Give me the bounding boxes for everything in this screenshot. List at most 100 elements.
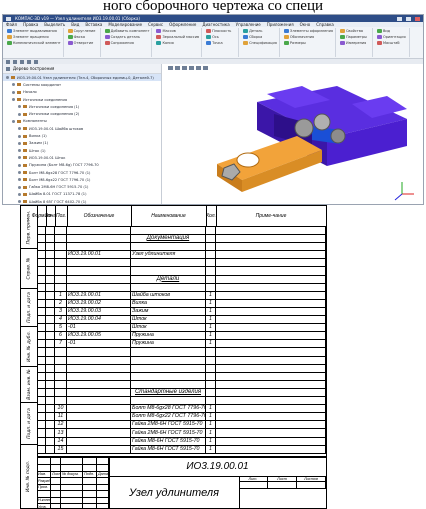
ribbon-button[interactable]: Добавить компонент	[104, 28, 149, 33]
ribbon-button[interactable]: Ориентация	[376, 34, 407, 39]
close-icon[interactable]	[415, 16, 420, 21]
tree-item-label: Пружина (Болт М8-6g) ГОСТ 7796-70	[29, 163, 99, 168]
rotate-icon[interactable]	[175, 66, 180, 70]
tree-item[interactable]: Вилка (1)	[3, 132, 161, 139]
tree-item[interactable]: ИО3.19.00.01 Шайба штоков	[3, 125, 161, 132]
tree-item-label: ИО3.19.00.01 Узел удлинителя (Тел-4, Сбо…	[17, 75, 154, 80]
menu-item[interactable]: Файл	[6, 22, 17, 27]
ribbon-button[interactable]: Создать деталь	[104, 34, 150, 39]
tree-item[interactable]: Зажим (1)	[3, 140, 161, 147]
ribbon-button-label: Элемент вращения	[13, 34, 49, 39]
component-icon	[17, 83, 21, 87]
visibility-icon[interactable]	[18, 141, 21, 145]
ribbon-button[interactable]: Фаска	[67, 34, 98, 39]
ribbon-button-label: Сборка	[249, 34, 263, 39]
tree-item[interactable]: Гайка 2М8-6Н ГОСТ 5915-70 (1)	[3, 183, 161, 190]
visibility-icon[interactable]	[18, 105, 21, 109]
visibility-icon[interactable]	[6, 76, 9, 80]
menu-item[interactable]: Вставка	[85, 22, 102, 27]
table-cell	[216, 396, 326, 405]
tree-item[interactable]: Начало	[3, 89, 161, 96]
ribbon-button[interactable]: Ось	[206, 34, 236, 39]
table-cell	[216, 234, 326, 243]
orientation-icon[interactable]	[189, 66, 194, 70]
visibility-icon[interactable]	[18, 127, 21, 131]
ribbon-button[interactable]: Спецификация	[243, 40, 277, 45]
menu-item[interactable]: Выделить	[44, 22, 65, 27]
menu-item[interactable]: Окно	[300, 22, 311, 27]
menu-item[interactable]: Правка	[23, 22, 38, 27]
ribbon-button[interactable]: Элемент выдавливания	[7, 28, 61, 33]
visibility-icon[interactable]	[12, 98, 15, 102]
ribbon-button[interactable]: Деталь	[243, 28, 277, 33]
ribbon-button[interactable]: Сборка	[243, 34, 277, 39]
visibility-icon[interactable]	[18, 134, 21, 138]
section-icon[interactable]	[203, 66, 208, 70]
tree-item[interactable]: Шайба 8 65Г ГОСТ 6402-70 (1)	[3, 198, 161, 204]
visibility-icon[interactable]	[18, 192, 21, 196]
3d-viewport[interactable]	[162, 64, 423, 204]
ribbon-tool-icon	[156, 28, 162, 33]
menu-item[interactable]: Моделирование	[108, 22, 142, 27]
visibility-icon[interactable]	[18, 156, 21, 160]
title-block-cell: Дата	[98, 471, 109, 478]
component-icon	[23, 156, 27, 160]
ribbon-button[interactable]: Свойства	[339, 28, 370, 33]
ribbon-button[interactable]: Зеркальный массив	[156, 34, 199, 39]
ribbon-button[interactable]: Измерения	[339, 40, 370, 45]
table-cell	[67, 363, 131, 372]
display-mode-icon[interactable]	[196, 66, 201, 70]
tree-item[interactable]: ИО3.19.00.01 Шток	[3, 154, 161, 161]
table-cell	[67, 347, 131, 356]
zoom-icon[interactable]	[168, 66, 173, 70]
tree-item[interactable]: Шток (1)	[3, 147, 161, 154]
title-block-cell: Пров.	[37, 484, 51, 491]
tree-item[interactable]: Компоненты	[3, 118, 161, 125]
visibility-icon[interactable]	[18, 171, 21, 174]
minimize-icon[interactable]	[397, 16, 402, 21]
ribbon-button[interactable]: Скругление	[67, 28, 98, 33]
menu-item[interactable]: Оформление	[169, 22, 196, 27]
tree-item[interactable]: Системы координат	[3, 81, 161, 88]
ribbon-button[interactable]: Сопряжения	[104, 40, 150, 45]
visibility-icon[interactable]	[18, 185, 21, 189]
ribbon-button[interactable]: Масштаб	[376, 40, 407, 45]
tree-item[interactable]: Источники соединения (2)	[3, 110, 161, 117]
tree-item[interactable]: Шайба 8.01 ГОСТ 11371-78 (1)	[3, 191, 161, 198]
ribbon-button[interactable]: Плоскость	[206, 28, 236, 33]
ribbon-button[interactable]: Элементы оформления	[283, 28, 333, 33]
ribbon-button[interactable]: Элемент вращения	[7, 34, 61, 39]
ribbon-button[interactable]: Точка	[206, 40, 236, 45]
visibility-icon[interactable]	[18, 149, 21, 153]
visibility-icon[interactable]	[18, 112, 21, 116]
visibility-icon[interactable]	[12, 83, 15, 87]
menu-item[interactable]: Справка	[316, 22, 334, 27]
ribbon-button[interactable]: Копия	[156, 40, 199, 45]
menu-item[interactable]: Вид	[71, 22, 79, 27]
ribbon-button[interactable]: Размеры	[283, 40, 333, 45]
menu-item[interactable]: Управление	[236, 22, 261, 27]
visibility-icon[interactable]	[12, 90, 15, 94]
ribbon-button[interactable]: Параметры	[339, 34, 370, 39]
tree-item[interactable]: Болт М8-6gx28 ГОСТ 7796-70 (1)	[3, 169, 161, 176]
menu-item[interactable]: Диагностика	[202, 22, 229, 27]
ribbon-button[interactable]: Вид	[376, 28, 407, 33]
tree-item[interactable]: Болт М8-6gx22 ГОСТ 7796-70 (1)	[3, 176, 161, 183]
visibility-icon[interactable]	[18, 200, 21, 204]
ribbon-button[interactable]: Обозначения	[283, 34, 333, 39]
maximize-icon[interactable]	[406, 16, 411, 21]
tree-item[interactable]: ИО3.19.00.01 Узел удлинителя (Тел-4, Сбо…	[3, 74, 161, 82]
pan-icon[interactable]	[182, 66, 187, 70]
ribbon-button[interactable]: Отверстие	[67, 40, 98, 45]
visibility-icon[interactable]	[18, 178, 21, 182]
ribbon-button[interactable]: Кинематический элемент	[7, 40, 61, 45]
visibility-icon[interactable]	[12, 119, 15, 123]
tree-item[interactable]: Источники соединения (1)	[3, 103, 161, 110]
tree-item[interactable]: Источники соединения	[3, 96, 161, 103]
tree-item[interactable]: Пружина (Болт М8-6g) ГОСТ 7796-70	[3, 162, 161, 169]
menu-item[interactable]: Сервис	[148, 22, 163, 27]
ribbon-button[interactable]: Массив	[156, 28, 199, 33]
tree-filter-icon[interactable]	[6, 66, 10, 71]
menu-item[interactable]: Приложения	[267, 22, 294, 27]
visibility-icon[interactable]	[18, 163, 21, 167]
